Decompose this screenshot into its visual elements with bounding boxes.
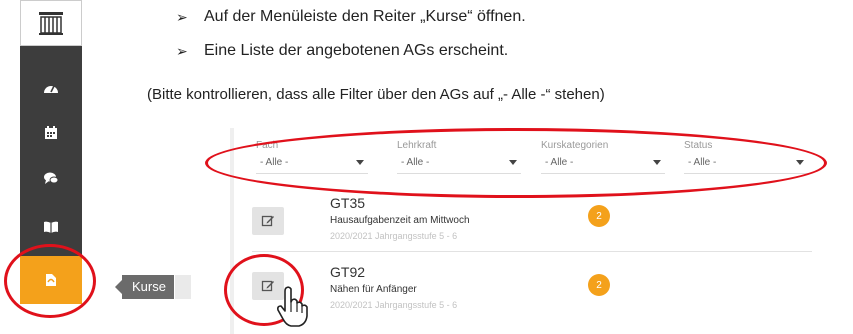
bullet-arrow-icon: ➢ (176, 8, 188, 25)
edit-button[interactable] (252, 207, 284, 235)
course-row[interactable]: GT92 Nähen für Anfänger 2020/2021 Jahrga… (252, 262, 812, 320)
tooltip-edge (175, 275, 191, 299)
course-code: GT92 (330, 264, 366, 280)
instruction-step-1: ➢ Auf der Menüleiste den Reiter „Kurse“ … (176, 8, 526, 26)
course-code: GT35 (330, 195, 366, 211)
annotation-ellipse-filters (205, 128, 827, 198)
chat-icon[interactable] (20, 155, 82, 201)
hand-cursor-icon (277, 286, 308, 327)
count-badge: 2 (588, 274, 610, 296)
calendar-icon[interactable] (20, 110, 82, 156)
dashboard-icon[interactable] (20, 66, 82, 112)
course-name: Nähen für Anfänger (330, 284, 417, 295)
row-divider (252, 251, 812, 252)
tooltip-kurse: Kurse (115, 275, 174, 299)
course-meta: 2020/2021 Jahrgangsstufe 5 - 6 (330, 231, 458, 241)
building-logo-icon[interactable] (20, 0, 82, 46)
instruction-step-1-text: Auf der Menüleiste den Reiter „Kurse“ öf… (204, 8, 526, 25)
annotation-circle-sidebar (4, 244, 96, 318)
edit-icon (261, 215, 274, 227)
course-name: Hausaufgabenzeit am Mittwoch (330, 215, 470, 226)
instruction-step-2: ➢ Eine Liste der angebotenen AGs erschei… (176, 42, 508, 60)
count-badge: 2 (588, 205, 610, 227)
course-row[interactable]: GT35 Hausaufgabenzeit am Mittwoch 2020/2… (252, 193, 812, 251)
instruction-step-2-text: Eine Liste der angebotenen AGs erscheint… (204, 42, 509, 59)
instruction-note: (Bitte kontrollieren, dass alle Filter ü… (147, 86, 605, 103)
course-meta: 2020/2021 Jahrgangsstufe 5 - 6 (330, 300, 458, 310)
bullet-arrow-icon: ➢ (176, 42, 188, 59)
